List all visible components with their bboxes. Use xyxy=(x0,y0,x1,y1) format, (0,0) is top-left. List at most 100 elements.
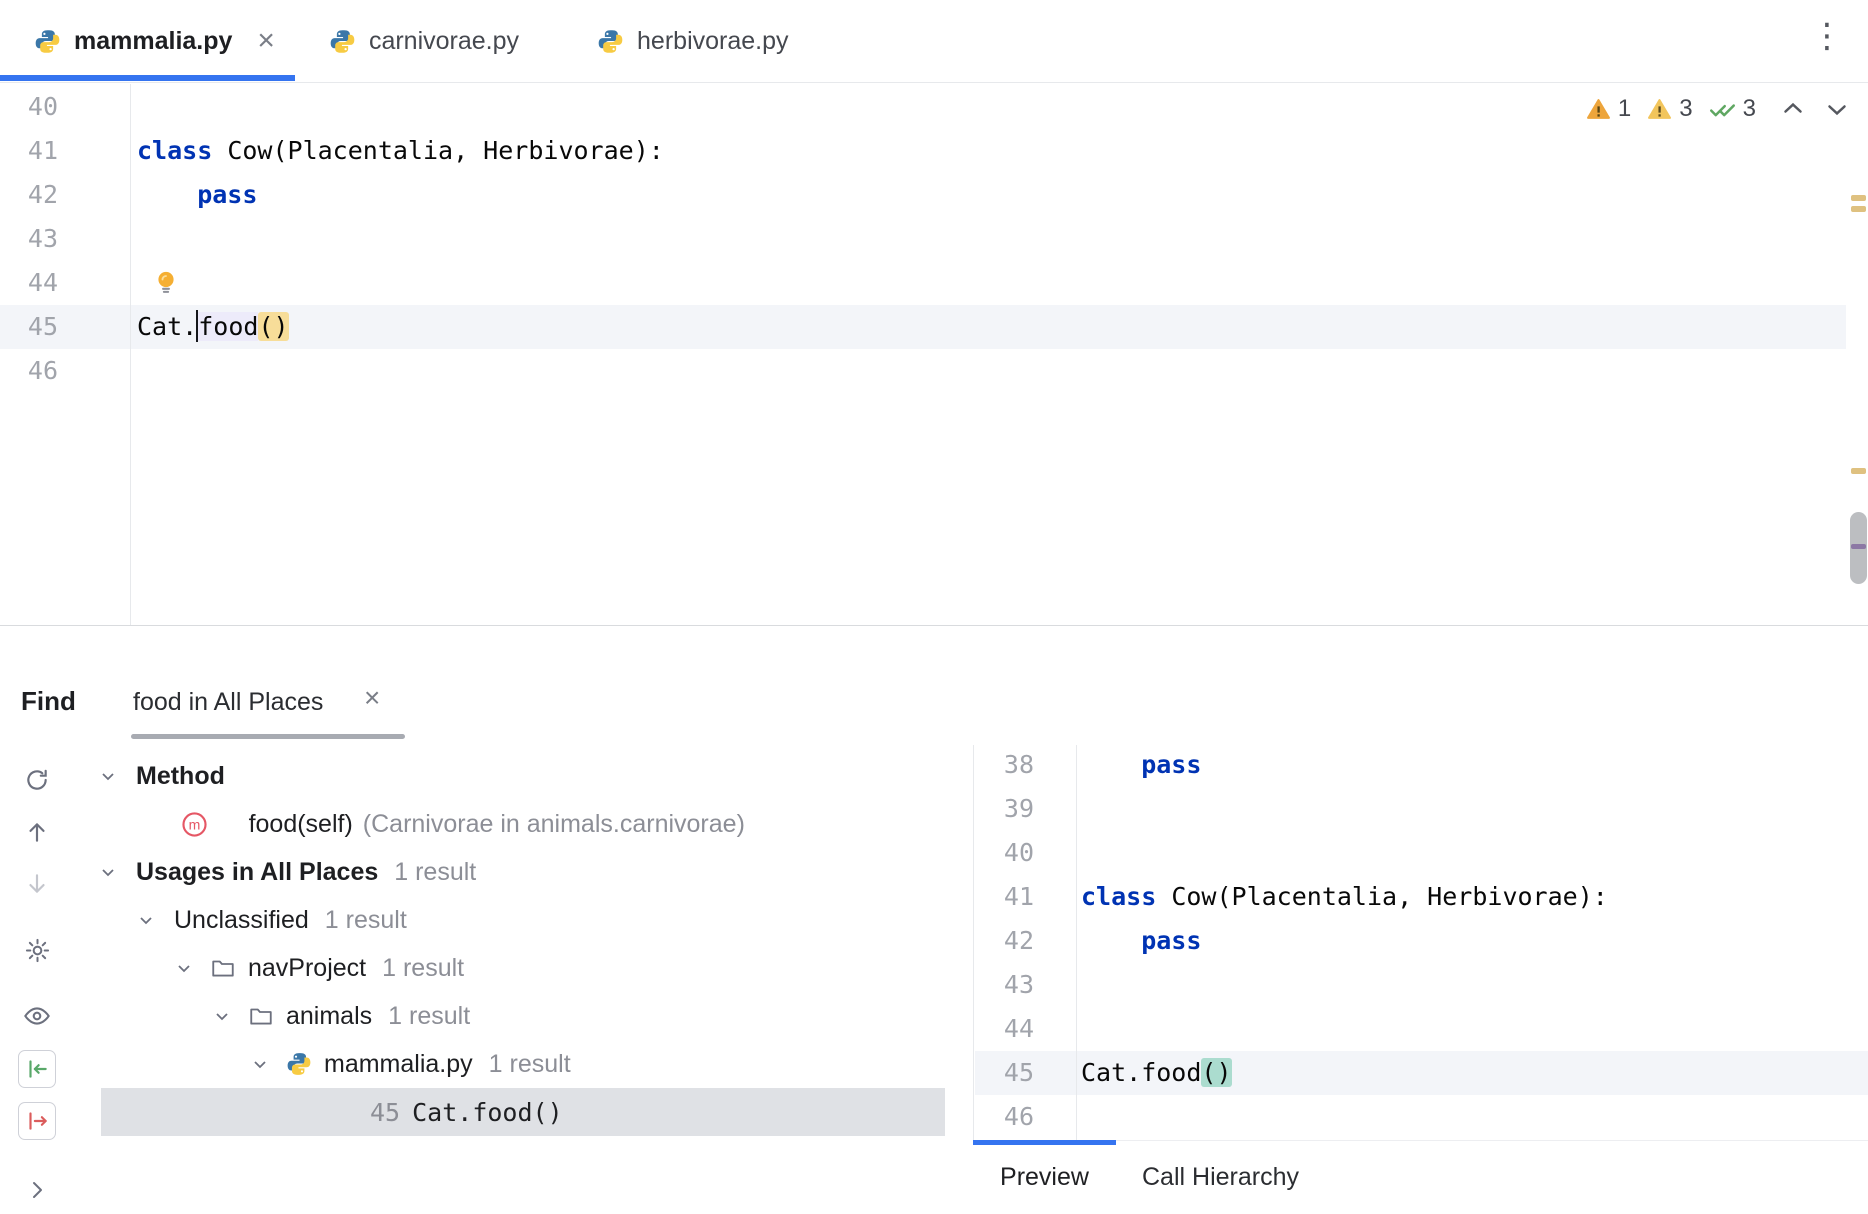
line-number: 43 xyxy=(0,217,130,261)
chevron-down-icon[interactable] xyxy=(210,1012,234,1021)
preview-line-41: class Cow(Placentalia, Herbivorae): xyxy=(1081,875,1868,919)
kebab-menu-icon[interactable]: ⋮ xyxy=(1810,16,1844,56)
tab-label: Call Hierarchy xyxy=(1142,1163,1299,1192)
preview-toggle-button[interactable] xyxy=(18,997,56,1035)
preview-line-45: Cat.food() xyxy=(1081,1051,1868,1095)
tab-call-hierarchy[interactable]: Call Hierarchy xyxy=(1116,1141,1325,1214)
expand-toolbar-button[interactable] xyxy=(18,1171,56,1209)
tree-row-unclassified[interactable]: Unclassified 1 result xyxy=(134,896,407,944)
tree-row-project[interactable]: navProject 1 result xyxy=(172,944,464,992)
line-number: 45 xyxy=(975,1051,1076,1095)
show-read-access-toggle[interactable] xyxy=(18,1050,56,1088)
result-count: 1 result xyxy=(489,1050,571,1079)
chevron-up-icon[interactable] xyxy=(1778,94,1808,124)
tab-label: Preview xyxy=(1000,1163,1089,1192)
line-number: 41 xyxy=(0,129,130,173)
strong-warning-group[interactable]: 1 xyxy=(1586,95,1631,123)
find-results-tab[interactable]: food in All Places xyxy=(133,688,323,717)
editor-gutter: 40 41 42 43 44 45 46 xyxy=(0,84,131,625)
folder-icon xyxy=(248,1003,274,1029)
warning-icon xyxy=(1647,97,1672,122)
tab-label: herbivorae.py xyxy=(637,27,788,56)
show-write-access-toggle[interactable] xyxy=(18,1102,56,1140)
line-number: 42 xyxy=(975,919,1076,963)
settings-button[interactable] xyxy=(18,931,56,969)
weak-warning-group[interactable]: 3 xyxy=(1647,95,1692,123)
find-panel-title: Find xyxy=(21,686,76,717)
find-tab-indicator xyxy=(131,734,405,739)
write-access-icon xyxy=(24,1108,50,1134)
tree-row-usage-selected[interactable]: 45Cat.food() xyxy=(101,1088,945,1136)
identifier-highlight: food xyxy=(198,312,258,341)
brace-match-highlight: () xyxy=(258,312,288,341)
line-number: 46 xyxy=(0,349,130,393)
code-line-43[interactable] xyxy=(137,217,1828,261)
eye-icon xyxy=(23,1002,51,1030)
tab-label: carnivorae.py xyxy=(369,27,519,56)
next-occurrence-button[interactable] xyxy=(18,865,56,903)
keyword: pass xyxy=(137,180,257,209)
close-icon[interactable]: × xyxy=(257,26,275,56)
line-number: 44 xyxy=(0,261,130,305)
folder-icon xyxy=(210,955,236,981)
code-text: Cow(Placentalia, Herbivorae): xyxy=(1171,882,1608,911)
match-highlight: () xyxy=(1201,1058,1231,1087)
tab-mammalia[interactable]: mammalia.py × xyxy=(0,0,295,82)
line-number: 38 xyxy=(975,745,1076,787)
code-line-42[interactable]: pass xyxy=(137,173,1828,217)
chevron-down-icon[interactable] xyxy=(248,1060,272,1069)
tree-row-file[interactable]: mammalia.py 1 result xyxy=(248,1040,571,1088)
tree-row-animals[interactable]: animals 1 result xyxy=(210,992,470,1040)
scrollbar-thumb[interactable] xyxy=(1850,512,1867,584)
method-name: food(self) xyxy=(249,810,353,839)
python-icon xyxy=(597,28,624,55)
preview-line-39 xyxy=(1081,787,1868,831)
code-area[interactable]: class Cow(Placentalia, Herbivorae): pass… xyxy=(137,85,1828,393)
code-line-44[interactable] xyxy=(137,261,1828,305)
chevron-down-icon[interactable] xyxy=(96,772,120,781)
preview-line-43 xyxy=(1081,963,1868,1007)
usage-preview-pane: 38 39 40 41 42 43 44 45 46 pass class Co… xyxy=(973,745,1868,1140)
chevron-down-icon[interactable] xyxy=(134,916,158,925)
scrollbar-warning-mark[interactable] xyxy=(1851,195,1866,201)
line-number: 41 xyxy=(975,875,1076,919)
node-label: navProject xyxy=(248,954,366,983)
chevron-down-icon[interactable] xyxy=(96,868,120,877)
node-label: Unclassified xyxy=(174,906,309,935)
tab-carnivorae[interactable]: carnivorae.py xyxy=(295,0,563,82)
arrow-down-icon xyxy=(24,871,50,897)
gear-icon xyxy=(24,937,51,964)
keyword: pass xyxy=(1081,926,1201,955)
warning-icon xyxy=(1586,97,1611,122)
tab-preview[interactable]: Preview xyxy=(973,1141,1116,1214)
tab-herbivorae[interactable]: herbivorae.py xyxy=(563,0,832,82)
double-check-icon xyxy=(1709,96,1736,123)
tab-label: mammalia.py xyxy=(74,27,232,56)
chevron-down-icon[interactable] xyxy=(1822,94,1852,124)
code-line-41[interactable]: class Cow(Placentalia, Herbivorae): xyxy=(137,129,1828,173)
chevron-down-icon[interactable] xyxy=(172,964,196,973)
usage-line-number: 45 xyxy=(370,1098,400,1127)
inspection-widget: 1 3 3 xyxy=(1570,92,1852,126)
tree-row-usages-group[interactable]: Usages in All Places 1 result xyxy=(96,848,476,896)
code-editor[interactable]: 40 41 42 43 44 45 46 class Cow(Placental… xyxy=(0,84,1868,625)
code-line-45[interactable]: Cat.food() xyxy=(137,305,1828,349)
method-context: (Carnivorae in animals.carnivorae) xyxy=(363,810,745,839)
line-number: 46 xyxy=(975,1095,1076,1139)
code-line-46[interactable] xyxy=(137,349,1828,393)
scrollbar-warning-mark[interactable] xyxy=(1851,468,1866,474)
rerun-search-button[interactable] xyxy=(18,761,56,799)
previous-occurrence-button[interactable] xyxy=(18,813,56,851)
line-number: 45 xyxy=(0,305,130,349)
result-count: 1 result xyxy=(388,1002,470,1031)
line-number: 39 xyxy=(975,787,1076,831)
line-number: 44 xyxy=(975,1007,1076,1051)
intention-bulb-icon[interactable] xyxy=(152,269,180,297)
passed-group[interactable]: 3 xyxy=(1709,95,1756,123)
scrollbar-warning-mark[interactable] xyxy=(1851,206,1866,212)
close-icon[interactable]: × xyxy=(364,682,380,714)
tree-row-method-item[interactable]: m food(self) (Carnivorae in animals.carn… xyxy=(181,800,745,848)
usage-code: () xyxy=(533,1098,563,1127)
passed-count: 3 xyxy=(1743,95,1756,123)
svg-text:m: m xyxy=(189,816,201,832)
